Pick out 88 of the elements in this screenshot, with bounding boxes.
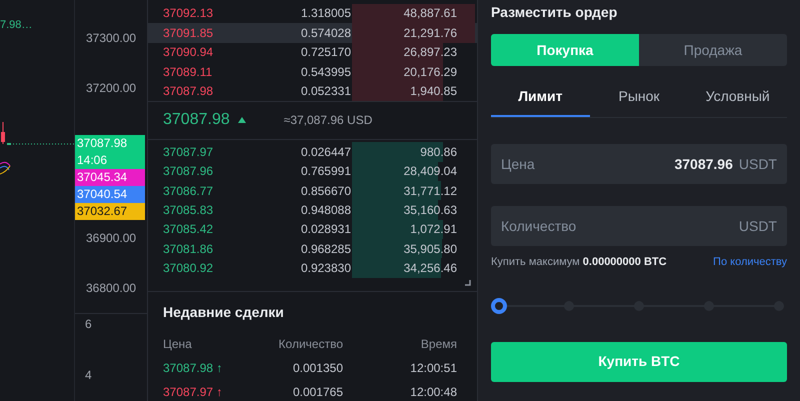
column-header: Цена <box>163 336 193 353</box>
amount-input[interactable]: Количество <box>501 216 733 236</box>
order-row[interactable]: 37091.85 0.574028 21,291.76 <box>148 23 477 43</box>
panel-title: Разместить ордер <box>491 3 618 22</box>
order-row[interactable]: 37080.92 0.923830 34,256.46 <box>148 258 477 278</box>
column-header: Количество <box>278 336 343 353</box>
price-text: 37085.42 <box>163 221 214 238</box>
total-text: 48,887.61 <box>402 5 457 22</box>
order-row[interactable]: 37090.94 0.725170 26,897.23 <box>148 42 477 62</box>
resize-corner-icon <box>465 280 471 286</box>
trade-price: 37087.97 ↑ <box>163 384 224 401</box>
total-text: 21,291.76 <box>402 24 457 42</box>
field-label: Цена <box>501 154 535 174</box>
total-text: 28,409.04 <box>402 163 457 180</box>
price-text: 37089.11 <box>163 64 214 81</box>
axis-label: 36800.00 <box>86 280 136 297</box>
order-type-tab[interactable]: Лимит <box>491 86 590 117</box>
price-field[interactable]: Цена 37087.96 USDT <box>491 144 787 184</box>
amount-text: 0.968285 <box>300 240 351 258</box>
trade-price: 37087.98 ↑ <box>163 360 224 377</box>
price-badge: 37087.98 14:06 <box>75 135 145 169</box>
amount-field[interactable]: Количество USDT <box>491 206 787 246</box>
price-text: 37087.97 <box>163 144 214 161</box>
price-text: 37087.96 <box>163 163 214 180</box>
unit-label: USDT <box>738 154 777 174</box>
price-badge: 37045.34 <box>75 169 145 186</box>
amount-text: 1.318005 <box>300 5 351 22</box>
side-tab[interactable]: Продажа <box>639 34 787 66</box>
by-amount-link[interactable]: По количеству <box>713 254 787 270</box>
total-text: 1,940.85 <box>409 82 457 100</box>
price-text: 37091.85 <box>163 24 214 42</box>
trade-amount: 0.001765 <box>292 384 343 401</box>
price-text: 37087.98 <box>163 82 214 100</box>
trade-time: 12:00:48 <box>409 384 458 401</box>
price-text: 37081.86 <box>163 240 214 258</box>
amount-text: 0.028931 <box>300 221 351 238</box>
amount-text: 0.856670 <box>300 182 351 200</box>
last-price: 37087.98 <box>163 110 230 130</box>
price-badge: 37032.67 <box>75 203 145 220</box>
axis-label: 37200.00 <box>86 80 136 97</box>
usd-price: ≈37,087.96 USD <box>284 112 372 130</box>
total-text: 35,905.80 <box>402 240 457 258</box>
price-text: 37085.83 <box>163 202 214 219</box>
total-text: 35,160.63 <box>402 202 457 219</box>
slider-thumb[interactable] <box>491 298 507 314</box>
up-triangle-icon <box>238 117 246 124</box>
column-header: Время <box>420 336 458 353</box>
order-row[interactable]: 37086.77 0.856670 31,771.12 <box>148 180 477 200</box>
amount-text: 0.574028 <box>300 24 351 42</box>
total-text: 34,256.46 <box>402 260 457 278</box>
order-row[interactable]: 37087.97 0.026447 980.86 <box>148 142 477 162</box>
order-row[interactable]: 37089.11 0.543995 20,176.29 <box>148 62 477 82</box>
axis-label: 37300.00 <box>86 30 136 47</box>
axis-label: 6 <box>85 316 92 333</box>
order-row[interactable]: 37087.98 0.052331 1,940.85 <box>148 81 477 101</box>
total-text: 20,176.29 <box>402 64 457 81</box>
amount-text: 0.543995 <box>300 64 351 81</box>
amount-text: 0.948088 <box>300 202 351 219</box>
amount-text: 0.725170 <box>300 44 351 62</box>
amount-text: 0.052331 <box>300 82 351 100</box>
axis-label: 36900.00 <box>86 230 136 247</box>
order-row[interactable]: 37081.86 0.968285 35,905.80 <box>148 239 477 258</box>
order-row[interactable]: 37085.42 0.028931 1,072.91 <box>148 220 477 240</box>
order-row[interactable]: 37087.96 0.765991 28,409.04 <box>148 162 477 181</box>
section-title: Недавние сделки <box>163 302 285 322</box>
order-row[interactable]: 37092.13 1.318005 48,887.61 <box>148 4 477 24</box>
unit-label: USDT <box>738 216 777 236</box>
price-text: 37090.94 <box>163 44 214 62</box>
order-type-tab[interactable]: Рынок <box>590 86 688 117</box>
price-label: 7.98… <box>0 18 32 33</box>
axis-label: 4 <box>85 367 92 384</box>
price-text: 37086.77 <box>163 182 214 200</box>
order-type-tab[interactable]: Условный <box>688 86 788 117</box>
max-buy-text: Купить максимум 0.00000000 BTC <box>491 255 667 270</box>
trade-time: 12:00:51 <box>409 360 458 377</box>
amount-text: 0.765991 <box>300 163 351 180</box>
amount-text: 0.923830 <box>300 260 351 278</box>
price-text: 37080.92 <box>163 260 214 278</box>
price-text: 37092.13 <box>163 5 214 22</box>
total-text: 31,771.12 <box>402 182 457 200</box>
trade-amount: 0.001350 <box>292 360 343 377</box>
order-row[interactable]: 37085.83 0.948088 35,160.63 <box>148 200 477 220</box>
field-value: 37087.96 <box>674 154 733 174</box>
total-text: 980.86 <box>419 144 457 161</box>
total-text: 26,897.23 <box>402 44 457 62</box>
total-text: 1,072.91 <box>409 221 457 238</box>
price-badge: 37040.54 <box>75 186 145 203</box>
amount-text: 0.026447 <box>300 144 351 161</box>
